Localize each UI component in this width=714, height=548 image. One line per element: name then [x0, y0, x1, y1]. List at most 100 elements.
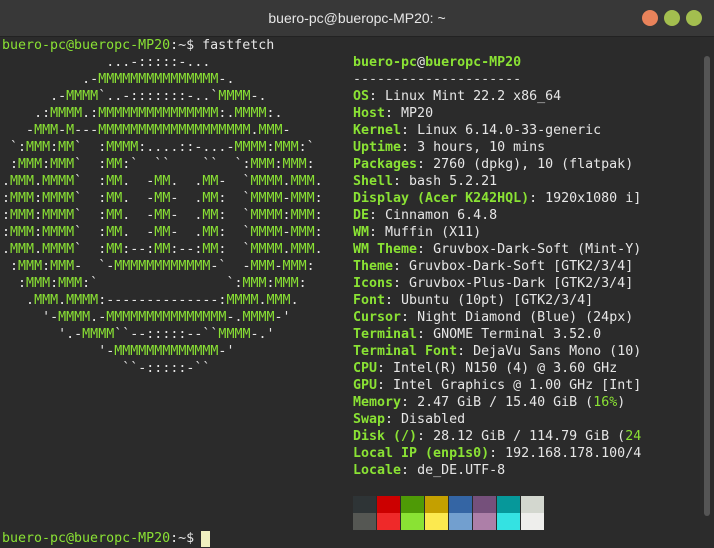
info-value: DejaVu Sans Mono (10) — [473, 344, 642, 359]
logo-line: .:MMMM.:MMMMMMMMMMMMMMM:.MMMM:. — [34, 106, 283, 121]
info-key-separator: : — [401, 310, 418, 325]
logo-line: ``-:::::-`` — [122, 361, 211, 376]
info-key: GPU — [353, 378, 378, 393]
info-key-separator: : — [417, 429, 434, 444]
info-row: OS: Linux Mint 22.2 x86_64 — [353, 88, 561, 105]
info-value: Cinnamon 6.4.8 — [385, 208, 498, 223]
logo-line: .-MMMMMMMMMMMMMMM-. — [82, 72, 235, 87]
info-key-separator: : — [385, 106, 402, 121]
palette-swatch — [449, 513, 472, 530]
info-key: Disk (/) — [353, 429, 418, 444]
info-row: Uptime: 3 hours, 10 mins — [353, 139, 545, 156]
info-key: Icons — [353, 276, 394, 291]
info-key: Uptime — [353, 140, 402, 155]
logo-line: .MMM.MMMM:--------------:MMMM.MMM. — [26, 293, 299, 308]
logo-line: .MMM.MMMM` :MM:--:MM:--:MM: `MMMM.MMM. — [2, 242, 323, 257]
bottom-prompt: buero-pc@bueropc-MP20:~$ — [2, 530, 194, 547]
info-row: Cursor: Night Diamond (Blue) (24px) — [353, 309, 633, 326]
palette-swatch — [377, 513, 400, 530]
logo-line: :MMM:MMM- `-MMMMMMMMMMMM-` -MMM-MMM: — [10, 259, 315, 274]
maximize-button[interactable] — [664, 10, 680, 26]
info-value: 192.168.178.100/4 — [505, 446, 642, 461]
info-value: GNOME Terminal 3.52.0 — [433, 327, 602, 342]
info-value: Night Diamond (Blue) (24px) — [417, 310, 634, 325]
info-row: GPU: Intel Graphics @ 1.00 GHz [Int] — [353, 377, 641, 394]
info-value: de_DE.UTF-8 — [417, 463, 506, 478]
info-key-separator: : — [417, 242, 434, 257]
info-row: Locale: de_DE.UTF-8 — [353, 462, 505, 479]
info-value: Linux 6.14.0-33-generic — [417, 123, 602, 138]
palette-swatch — [425, 513, 448, 530]
text-cursor — [201, 531, 210, 547]
info-value: Linux Mint 22.2 x86_64 — [385, 89, 562, 104]
info-row: WM: Muffin (X11) — [353, 224, 481, 241]
info-key: WM Theme — [353, 242, 418, 257]
info-value: Gruvbox-Plus-Dark [GTK2/3/4] — [409, 276, 634, 291]
palette-swatch — [449, 496, 472, 513]
info-key: Host — [353, 106, 386, 121]
info-key: WM — [353, 225, 370, 240]
logo-line: :MMM:MMMM` :MM. -MM- .MM: `MMMM-MMM: — [2, 191, 323, 206]
info-row: Terminal: GNOME Terminal 3.52.0 — [353, 326, 601, 343]
logo-line: :MMM:MMM:` `:MMM:MMM: — [18, 276, 307, 291]
logo-line: '.-MMMM``--:::::--``MMMM-.' — [58, 327, 275, 342]
palette-swatch — [521, 513, 544, 530]
info-value: 3 hours, 10 mins — [417, 140, 546, 155]
info-key-separator: : — [377, 361, 394, 376]
info-host: bueropc-MP20 — [425, 55, 522, 70]
info-key-separator: : — [489, 446, 506, 461]
info-key: Shell — [353, 174, 394, 189]
info-key: OS — [353, 89, 370, 104]
info-value: 1920x1080 i] — [545, 191, 642, 206]
info-row: WM Theme: Gruvbox-Dark-Soft (Mint-Y) — [353, 241, 641, 258]
info-key: Theme — [353, 259, 394, 274]
info-value: MP20 — [401, 106, 434, 121]
info-value: Muffin (X11) — [385, 225, 482, 240]
info-key: Memory — [353, 395, 402, 410]
minimize-button[interactable] — [642, 10, 658, 26]
info-key-separator: : — [401, 123, 418, 138]
palette-swatch — [473, 496, 496, 513]
info-key-separator: : — [417, 327, 434, 342]
palette-swatch — [473, 513, 496, 530]
command-text: fastfetch — [194, 38, 275, 53]
info-value: Intel(R) N150 (4) @ 3.60 GHz — [393, 361, 618, 376]
info-key: CPU — [353, 361, 378, 376]
info-value: 28.12 GiB / 114.79 GiB ( — [433, 429, 626, 444]
logo-line: :MMM:MMMM` :MM. -MM- .MM: `MMMM:MMM: — [2, 208, 323, 223]
prompt-path: :~ — [170, 38, 187, 53]
logo-line: -MMM-M---MMMMMMMMMMMMMMMMMMM.MMM- — [26, 123, 291, 138]
palette-swatch — [401, 513, 424, 530]
info-key-separator: : — [385, 412, 402, 427]
info-key-separator: : — [369, 208, 386, 223]
info-key-separator: : — [457, 344, 474, 359]
info-at: @ — [417, 55, 426, 70]
info-row: Shell: bash 5.2.21 — [353, 173, 497, 190]
terminal-window: buero-pc@bueropc-MP20: ~ buero-pc@buerop… — [0, 0, 714, 548]
info-value: Intel Graphics @ 1.00 GHz [Int] — [393, 378, 642, 393]
info-row: Font: Ubuntu (10pt) [GTK2/3/4] — [353, 292, 593, 309]
info-value: Gruvbox-Dark-Soft (Mint-Y) — [433, 242, 642, 257]
info-value: Gruvbox-Dark-Soft [GTK2/3/4] — [409, 259, 634, 274]
info-key-separator: : — [401, 140, 418, 155]
logo-line: :MMM:MMMM` :MM. -MM- .MM: `MMMM-MMM: — [2, 225, 323, 240]
palette-swatch — [497, 496, 520, 513]
info-row: Disk (/): 28.12 GiB / 114.79 GiB (24 — [353, 428, 641, 445]
info-value: 2.47 GiB / 15.40 GiB ( — [417, 395, 594, 410]
info-value-highlight: 16% — [593, 395, 618, 410]
close-button[interactable] — [686, 10, 702, 26]
info-value: bash 5.2.21 — [409, 174, 498, 189]
window-title: buero-pc@bueropc-MP20: ~ — [268, 10, 446, 26]
info-key: Packages — [353, 157, 418, 172]
info-key-separator: : — [401, 395, 418, 410]
prompt-user-host: buero-pc@bueropc-MP20 — [2, 38, 171, 53]
info-key: Terminal — [353, 327, 418, 342]
info-row: Icons: Gruvbox-Plus-Dark [GTK2/3/4] — [353, 275, 633, 292]
title-bar[interactable]: buero-pc@bueropc-MP20: ~ — [0, 0, 714, 37]
scrollbar[interactable] — [704, 56, 710, 516]
info-value-tail: ) — [617, 395, 626, 410]
info-row: DE: Cinnamon 6.4.8 — [353, 207, 497, 224]
info-key: Swap — [353, 412, 386, 427]
info-row: Memory: 2.47 GiB / 15.40 GiB (16%) — [353, 394, 625, 411]
info-key: Terminal Font — [353, 344, 458, 359]
